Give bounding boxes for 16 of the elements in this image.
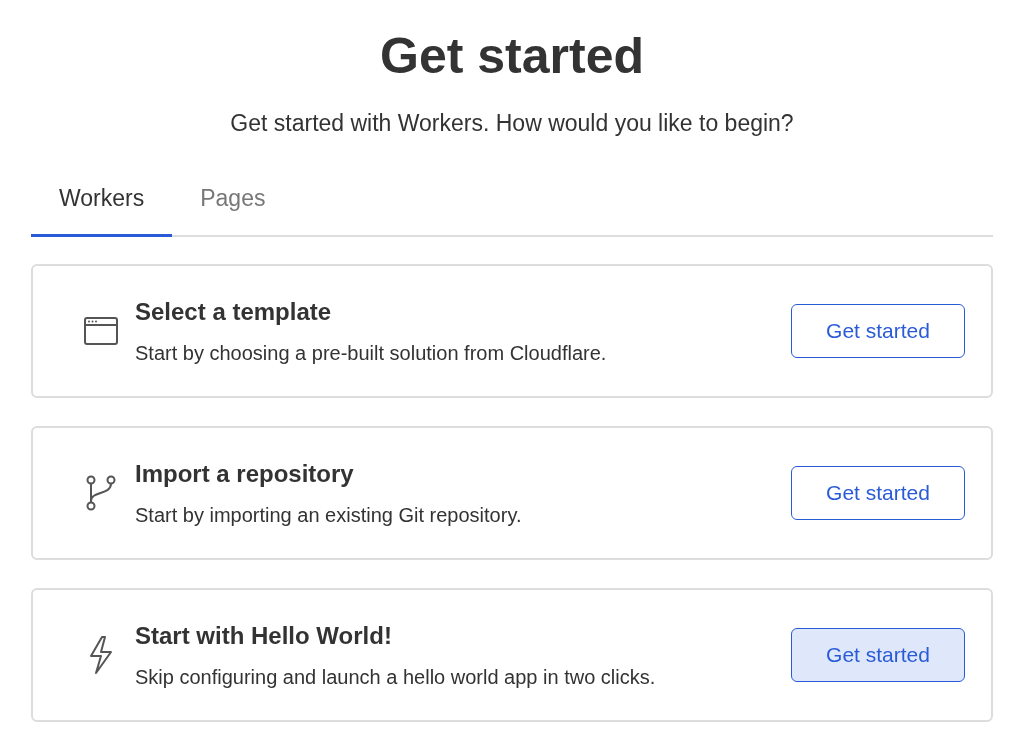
option-description: Start by choosing a pre-built solution from Cloudflare.	[135, 341, 608, 365]
option-title: Select a template	[135, 297, 333, 326]
get-started-button[interactable]: Get started	[791, 304, 965, 358]
get-started-button[interactable]: Get started	[791, 466, 965, 520]
tab[interactable]: Workers	[31, 185, 173, 237]
page-subtitle: Get started with Workers. How would you like to begin?	[229, 110, 795, 137]
tab[interactable]: Pages	[172, 185, 294, 237]
branch-icon	[86, 475, 116, 511]
option-description: Skip configuring and launch a hello world app in two clicks.	[135, 665, 657, 689]
option-description: Start by importing an existing Git repository.	[135, 503, 523, 527]
page-title: Get started	[379, 27, 645, 86]
option-title: Import a repository	[135, 459, 355, 488]
option-title: Start with Hello World!	[135, 621, 393, 650]
lightning-icon	[88, 635, 114, 675]
get-started-button[interactable]: Get started	[791, 628, 965, 682]
browser-window-icon	[84, 317, 118, 345]
